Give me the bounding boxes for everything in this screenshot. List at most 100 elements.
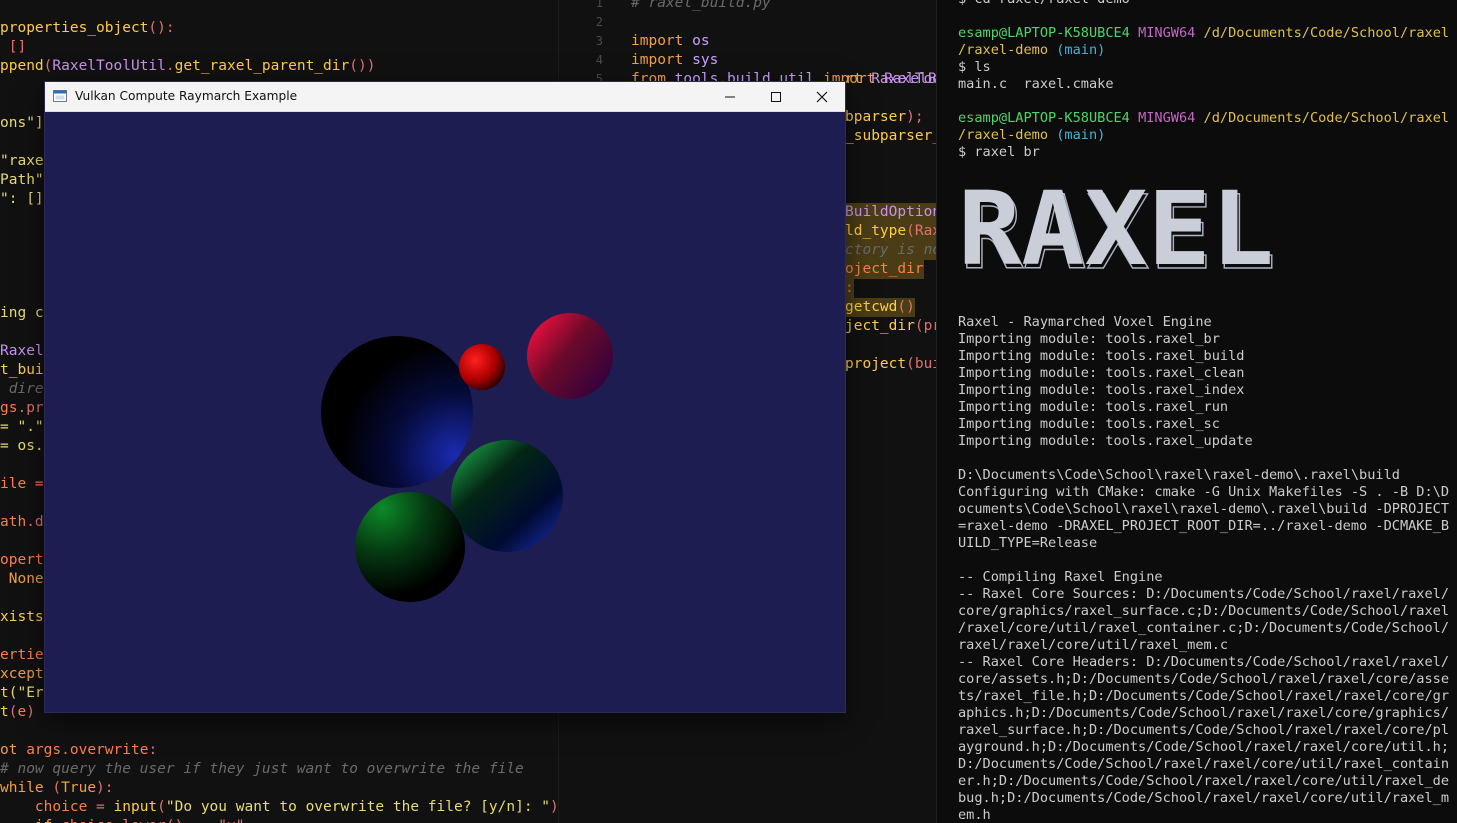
code-token: ayground.h;D:/Documents/Code/School/raxe…: [958, 739, 1450, 755]
code-token: xcept: [0, 666, 44, 682]
terminal-line: esamp@LAPTOP-K58UBCE4 MINGW64 /d/Documen…: [958, 110, 1449, 127]
code-line: # now query the user if they just want t…: [0, 760, 524, 779]
sphere-green-blue: [451, 440, 563, 552]
maximize-button[interactable]: [753, 82, 799, 111]
code-line: dire: [0, 380, 44, 399]
terminal-line: -- Raxel Core Sources: D:/Documents/Code…: [958, 586, 1449, 603]
terminal-line: D:\Documents\Code\School\raxel\raxel-dem…: [958, 467, 1400, 484]
minimize-button[interactable]: [707, 82, 753, 111]
code-fragment: ld_type(Rax: [845, 222, 937, 241]
code-token: -- Raxel Core Sources: D:/Documents/Code…: [958, 586, 1450, 602]
code-line: ing c: [0, 304, 44, 323]
terminal-line: ocuments\Code\School\raxel\raxel-demo\.r…: [958, 501, 1449, 518]
code-token: MINGW64: [1138, 110, 1204, 126]
vulkan-window[interactable]: Vulkan Compute Raymarch Example: [44, 81, 846, 713]
close-button[interactable]: [799, 82, 845, 111]
code-token: .lower() == "y": [114, 818, 245, 823]
code-token: Raxel: [0, 343, 44, 359]
line-number: 4: [595, 53, 603, 67]
sphere-magenta: [527, 313, 613, 399]
code-line: = ".": [0, 418, 44, 437]
window-titlebar[interactable]: Vulkan Compute Raymarch Example: [45, 82, 845, 112]
sphere-small-red: [459, 344, 505, 390]
code-token: (pr: [914, 318, 937, 334]
code-token: ): [550, 799, 558, 815]
terminal-line: Importing module: tools.raxel_clean: [958, 365, 1244, 382]
terminal-line: Importing module: tools.raxel_build: [958, 348, 1244, 365]
code-line: 1 # raxel_build.py: [559, 0, 937, 13]
terminal-line: er.h;D:/Documents/Code/School/raxel/raxe…: [958, 773, 1449, 790]
code-token: Importing module: tools.raxel_index: [958, 382, 1245, 398]
code-token: ath: [0, 514, 27, 530]
code-fragment: rt RaxelToo: [845, 70, 937, 89]
terminal-panel[interactable]: RAXEL RAXEL $ cd raxel/raxel-demo esamp@L…: [936, 0, 1457, 823]
code-token: xists: [0, 609, 44, 625]
code-token: "raxe: [0, 153, 44, 169]
code-fragment: bparser);: [845, 108, 924, 127]
code-token: t: [0, 704, 9, 720]
terminal-line: /raxel-demo (main): [958, 42, 1105, 59]
line-number: 2: [595, 15, 603, 29]
terminal-line: Raxel - Raymarched Voxel Engine: [958, 314, 1212, 331]
code-token: /raxel-demo: [958, 42, 1057, 58]
code-line: ons"]: [0, 114, 44, 133]
terminal-line: Importing module: tools.raxel_index: [958, 382, 1244, 399]
code-line: t_bui: [0, 361, 44, 380]
code-token: ()): [349, 58, 376, 74]
code-token: .pr: [17, 400, 44, 416]
code-fragment: getcwd(): [845, 298, 915, 317]
code-token: _subparser: [845, 128, 933, 144]
code-token: aphics.h;D:/Documents/Code/School/raxel/…: [958, 705, 1450, 721]
code-line: t("Er: [0, 684, 44, 703]
code-line: xists: [0, 608, 44, 627]
code-token: $ raxel br: [958, 144, 1040, 160]
code-token: if: [35, 818, 61, 823]
raymarch-viewport[interactable]: [45, 112, 845, 712]
code-token: Importing module: tools.raxel_clean: [958, 365, 1245, 381]
terminal-line: Importing module: tools.raxel_sc: [958, 416, 1220, 433]
code-token: "Do you want to overwrite the file? [y/n…: [165, 799, 551, 815]
code-token: get_raxel_parent_dir: [174, 58, 350, 74]
code-line: ppend(RaxelToolUtil.get_raxel_parent_dir…: [0, 57, 375, 76]
terminal-line: raxel/raxel/core/util/raxel_mem.c: [958, 637, 1228, 654]
code-token: while: [0, 780, 53, 796]
code-token: e: [17, 704, 27, 720]
code-token: ():: [148, 20, 175, 36]
code-token: ctory is no: [845, 242, 937, 258]
code-token: esamp@LAPTOP-K58UBCE4: [958, 110, 1139, 126]
code-fragment: :: [845, 279, 854, 298]
code-token: (main): [1056, 42, 1106, 58]
code-token: choice: [34, 799, 88, 815]
code-token: .: [165, 58, 175, 74]
code-token: import: [631, 52, 693, 68]
code-token: RaxelToo: [871, 71, 937, 87]
code-line: []: [0, 38, 26, 57]
app-icon: [53, 90, 67, 102]
code-token: Raxel - Raymarched Voxel Engine: [958, 314, 1212, 330]
code-token: raxel/raxel/core/util/raxel_mem.c: [958, 637, 1229, 653]
code-token: os: [692, 33, 710, 49]
code-token: ject_dir: [845, 318, 915, 334]
code-token: core/graphics/raxel_surface.c;D:/Documen…: [958, 603, 1450, 619]
terminal-line: aphics.h;D:/Documents/Code/School/raxel/…: [958, 705, 1449, 722]
minimize-icon: [725, 96, 735, 97]
code-line: ile =: [0, 475, 44, 494]
code-token: ile =: [0, 476, 44, 492]
code-token: (bui: [906, 356, 937, 372]
code-token: True: [61, 780, 97, 796]
code-token: .d: [26, 514, 44, 530]
code-line: properties_object():: [0, 19, 175, 38]
code-token: :: [148, 742, 158, 758]
code-token: UILD_TYPE=Release: [958, 535, 1098, 551]
code-token: ertie: [0, 647, 44, 663]
terminal-line: ts/raxel_file.h;D:/Documents/Code/School…: [958, 688, 1449, 705]
code-fragment: ctory is no: [845, 241, 937, 260]
code-token: raxel_surface.h;D:/Documents/Code/School…: [958, 722, 1450, 738]
terminal-line: main.c raxel.cmake: [958, 76, 1114, 93]
banner-text: RAXEL: [958, 176, 1274, 276]
code-token: (): [897, 299, 915, 315]
code-token: =: [87, 799, 114, 815]
window-title: Vulkan Compute Raymarch Example: [75, 89, 298, 103]
code-token: gs: [0, 400, 18, 416]
